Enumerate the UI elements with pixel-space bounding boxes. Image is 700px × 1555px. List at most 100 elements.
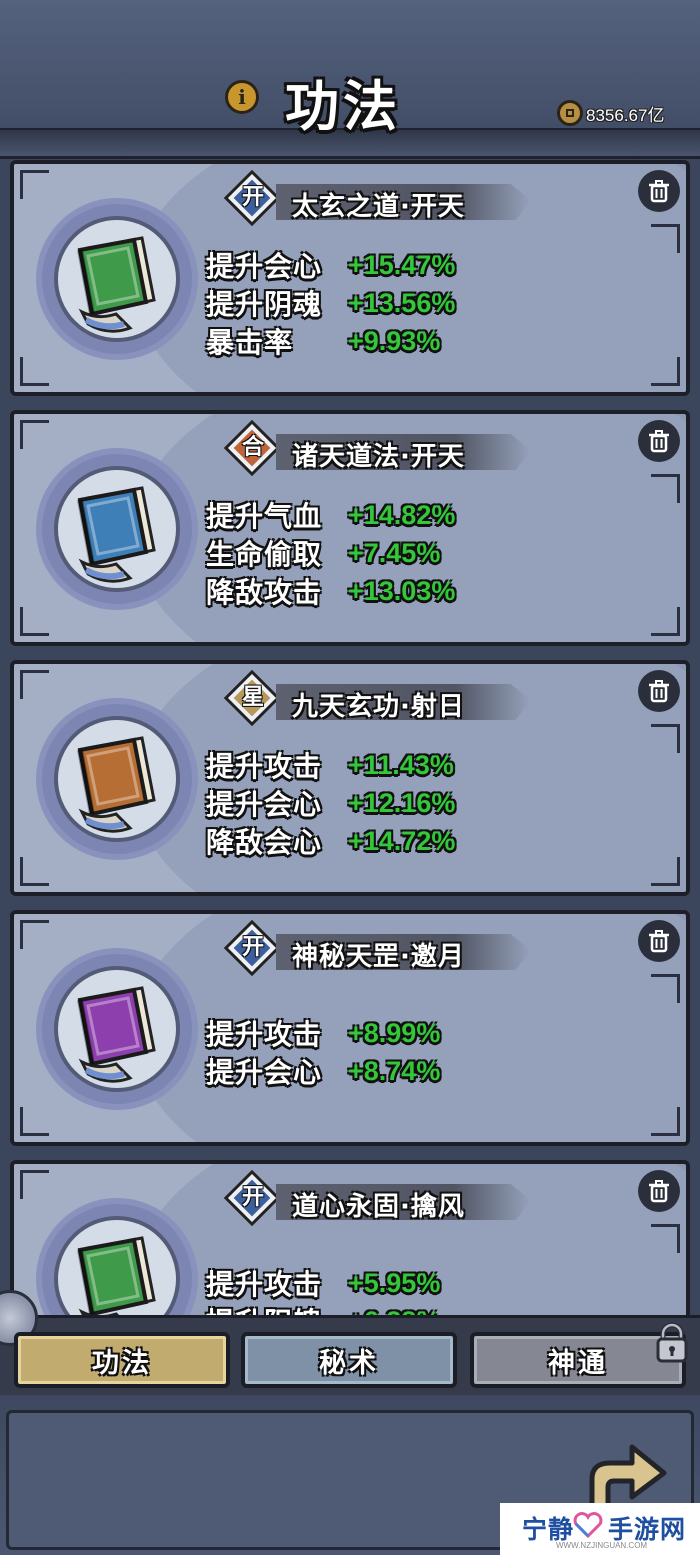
- stat-value: +9.93%: [348, 325, 441, 356]
- corner-ornament: [651, 357, 680, 386]
- stat-row: 提升攻击 +11.43%: [206, 746, 455, 784]
- corner-ornament: [651, 974, 680, 1003]
- corner-ornament: [651, 724, 680, 753]
- rank-label: 开: [241, 1185, 264, 1210]
- corner-ornament: [651, 224, 680, 253]
- stat-row: 生命偷取 +7.45%: [206, 534, 455, 572]
- rank-label: 开: [241, 185, 264, 210]
- watermark-left: 宁静: [522, 1515, 575, 1544]
- currency-display: 8356.67亿: [557, 98, 685, 128]
- skill-card[interactable]: 合 诸天道法·开天提升气血 +14.82% 生命偷取 +7.45% 降敌攻击 +13.03%: [10, 410, 690, 646]
- stat-row: 暴击率 +9.93%: [206, 322, 455, 360]
- corner-ornament: [20, 420, 49, 449]
- stat-row: 降敌会心 +14.72%: [206, 822, 455, 860]
- stat-label: 提升阳魄: [206, 1301, 348, 1315]
- skill-book-icon: [77, 486, 156, 583]
- skill-name: 九天玄功·射日: [292, 692, 465, 722]
- skill-book-icon: [77, 236, 156, 333]
- stat-row: 降敌攻击 +13.03%: [206, 572, 455, 610]
- stat-row: 提升阳魄+6.38%: [206, 1301, 440, 1316]
- tab-mishu[interactable]: 秘术: [241, 1332, 457, 1388]
- stat-value: +7.45%: [348, 537, 441, 568]
- skill-book-icon: [77, 1236, 156, 1315]
- corner-ornament: [651, 474, 680, 503]
- corner-ornament: [20, 920, 49, 949]
- corner-ornament: [20, 1170, 49, 1199]
- stat-row: 提升攻击 +8.99%: [206, 1014, 440, 1052]
- stat-list: 提升气血 +14.82% 生命偷取 +7.45% 降敌攻击 +13.03%: [206, 496, 455, 610]
- trash-icon[interactable]: [638, 920, 680, 962]
- stat-row: 提升会心 +15.47%: [206, 246, 455, 284]
- stat-list: 提升攻击 +11.43% 提升会心 +12.16% 降敌会心 +14.72%: [206, 746, 455, 860]
- corner-ornament: [20, 1107, 49, 1136]
- skill-card[interactable]: 开 神秘天罡·邀月提升攻击 +8.99% 提升会心 +8.74%: [10, 910, 690, 1146]
- currency-value: 8356.67亿: [586, 105, 665, 125]
- skill-card[interactable]: 开道心永固·擒风提升攻击+5.95%提升阳魄+6.38%: [10, 1160, 690, 1315]
- stat-row: 提升会心 +8.74%: [206, 1052, 440, 1090]
- rank-label: 合: [241, 435, 264, 460]
- info-icon[interactable]: i: [225, 80, 259, 114]
- stat-row: 提升阴魂 +13.56%: [206, 284, 455, 322]
- stat-value: +13.56%: [348, 287, 456, 318]
- corner-ornament: [20, 170, 49, 199]
- stat-list: 提升攻击+5.95%提升阳魄+6.38%: [206, 1264, 440, 1316]
- skill-book-icon: [77, 736, 156, 833]
- coin-icon: [557, 100, 583, 126]
- corner-ornament: [20, 607, 49, 636]
- corner-ornament: [20, 670, 49, 699]
- corner-ornament: [20, 357, 49, 386]
- stat-value: +13.03%: [348, 575, 456, 606]
- corner-ornament: [651, 1224, 680, 1253]
- stat-label: 降敌攻击: [206, 576, 323, 609]
- stat-label: 生命偷取: [206, 538, 323, 571]
- skill-name: 道心永固·擒风: [292, 1192, 465, 1222]
- stat-label: 降敌会心: [206, 826, 323, 859]
- corner-ornament: [651, 1107, 680, 1136]
- rank-label: 星: [241, 685, 264, 710]
- rank-label: 开: [241, 935, 264, 960]
- skill-name: 神秘天罡·邀月: [292, 942, 465, 972]
- stat-label: 提升攻击: [206, 1268, 323, 1301]
- skill-book-icon: [77, 986, 156, 1083]
- corner-ornament: [651, 607, 680, 636]
- heart-logo-icon: [573, 1512, 603, 1538]
- corner-ornament: [20, 857, 49, 886]
- skill-card[interactable]: 开 太玄之道·开天提升会心 +15.47% 提升阴魂 +13.56% 暴击率 +9.93%: [10, 160, 690, 396]
- stat-label: 提升会心: [206, 250, 323, 283]
- stat-label: 提升会心: [206, 1056, 323, 1089]
- skill-card[interactable]: 星 九天玄功·射日提升攻击 +11.43% 提升会心 +12.16% 降敌会心 +14.72…: [10, 660, 690, 896]
- trash-icon[interactable]: [638, 420, 680, 462]
- page-title: 功法: [285, 75, 401, 138]
- stat-label: 提升攻击: [206, 1018, 323, 1051]
- stat-value: +6.38%: [348, 1306, 440, 1316]
- tab-gongfa[interactable]: 功法: [14, 1332, 230, 1388]
- corner-ornament: [651, 857, 680, 886]
- stat-label: 暴击率: [206, 326, 294, 359]
- stat-value: +8.99%: [348, 1017, 441, 1048]
- stat-value: +14.72%: [348, 825, 456, 856]
- watermark-url: WWW.NZJINGUAN.COM: [556, 1541, 648, 1550]
- skill-name: 诸天道法·开天: [292, 442, 465, 472]
- stat-value: +14.82%: [348, 499, 456, 530]
- stat-value: +15.47%: [348, 249, 456, 280]
- stat-value: +8.74%: [348, 1055, 441, 1086]
- stat-label: 提升阴魂: [206, 288, 323, 321]
- stat-label: 提升攻击: [206, 750, 323, 783]
- stat-label: 提升会心: [206, 788, 323, 821]
- stat-label: 提升气血: [206, 500, 323, 533]
- watermark-right: 手游网: [608, 1515, 687, 1544]
- trash-icon[interactable]: [638, 1170, 680, 1212]
- stat-row: 提升气血 +14.82%: [206, 496, 455, 534]
- stat-value: +12.16%: [348, 787, 456, 818]
- stat-value: +5.95%: [348, 1267, 441, 1298]
- stat-list: 提升攻击 +8.99% 提升会心 +8.74%: [206, 1014, 440, 1090]
- skill-list[interactable]: 开 太玄之道·开天提升会心 +15.47% 提升阴魂 +13.56% 暴击率 +9.93% 合…: [10, 160, 690, 1315]
- trash-icon[interactable]: [638, 170, 680, 212]
- stat-value: +11.43%: [348, 749, 454, 780]
- trash-icon[interactable]: [638, 670, 680, 712]
- stat-list: 提升会心 +15.47% 提升阴魂 +13.56% 暴击率 +9.93%: [206, 246, 455, 360]
- stat-row: 提升会心 +12.16%: [206, 784, 455, 822]
- stat-row: 提升攻击 +5.95%: [206, 1264, 440, 1302]
- skill-name: 太玄之道·开天: [292, 192, 465, 222]
- lock-icon: [656, 1322, 688, 1363]
